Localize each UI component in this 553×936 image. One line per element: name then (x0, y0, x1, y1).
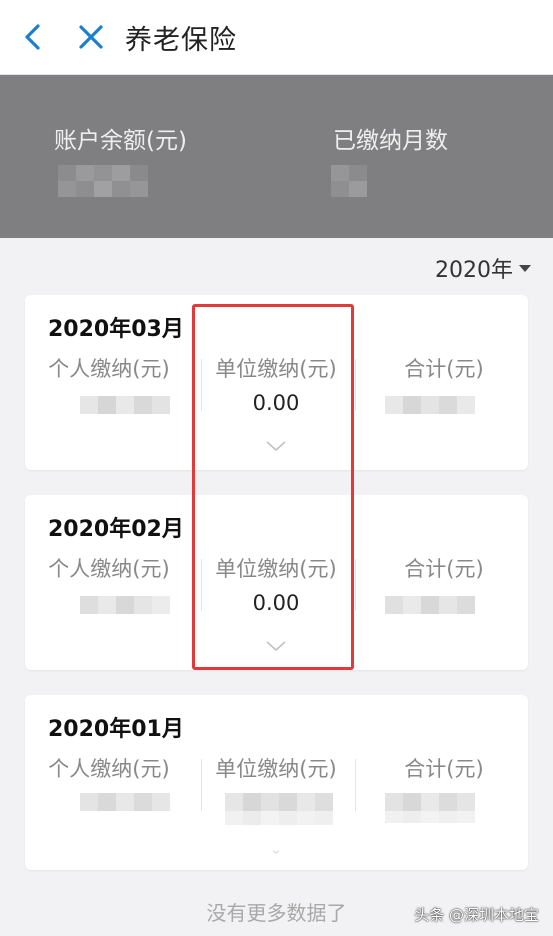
account-summary: 账户余额(元) 已缴纳月数 (0, 75, 553, 238)
total-label: 合计(元) (404, 757, 484, 781)
record-month: 2020年03月 (48, 317, 184, 342)
record-month: 2020年02月 (48, 517, 184, 542)
total-amount-blurred (385, 596, 475, 614)
year-dropdown-label: 2020年 (435, 258, 513, 283)
total-amount-blurred (385, 396, 475, 414)
months-paid-value-blurred (331, 165, 367, 197)
top-bar: 养老保险 (0, 0, 553, 75)
balance-label: 账户余额(元) (54, 128, 187, 154)
column-divider (201, 759, 202, 811)
total-label: 合计(元) (404, 357, 484, 381)
close-icon[interactable] (74, 20, 108, 54)
personal-amount-blurred (80, 793, 170, 811)
total-amount-blurred (385, 793, 475, 823)
months-paid-label: 已缴纳月数 (333, 128, 448, 154)
page-title: 养老保险 (125, 25, 237, 56)
back-arrow-icon[interactable] (16, 20, 50, 54)
personal-amount-blurred (80, 596, 170, 614)
personal-contribution-label: 个人缴纳(元) (48, 757, 170, 781)
employer-amount-blurred (225, 793, 333, 825)
caret-down-icon (519, 264, 531, 272)
personal-contribution-label: 个人缴纳(元) (48, 357, 170, 381)
personal-contribution-label: 个人缴纳(元) (48, 557, 170, 581)
year-dropdown[interactable]: 2020年 (435, 252, 531, 284)
personal-amount-blurred (80, 396, 170, 414)
chevron-down-icon[interactable] (265, 845, 287, 859)
total-label: 合计(元) (404, 557, 484, 581)
column-divider (355, 759, 356, 811)
record-month: 2020年01月 (48, 717, 184, 742)
watermark: 头条 @深圳本地宝 (414, 906, 539, 924)
highlight-box (192, 304, 354, 670)
balance-value-blurred (58, 165, 148, 197)
record-card[interactable]: 2020年01月 个人缴纳(元) 单位缴纳(元) 合计(元) (25, 695, 528, 870)
employer-contribution-label: 单位缴纳(元) (215, 757, 337, 781)
